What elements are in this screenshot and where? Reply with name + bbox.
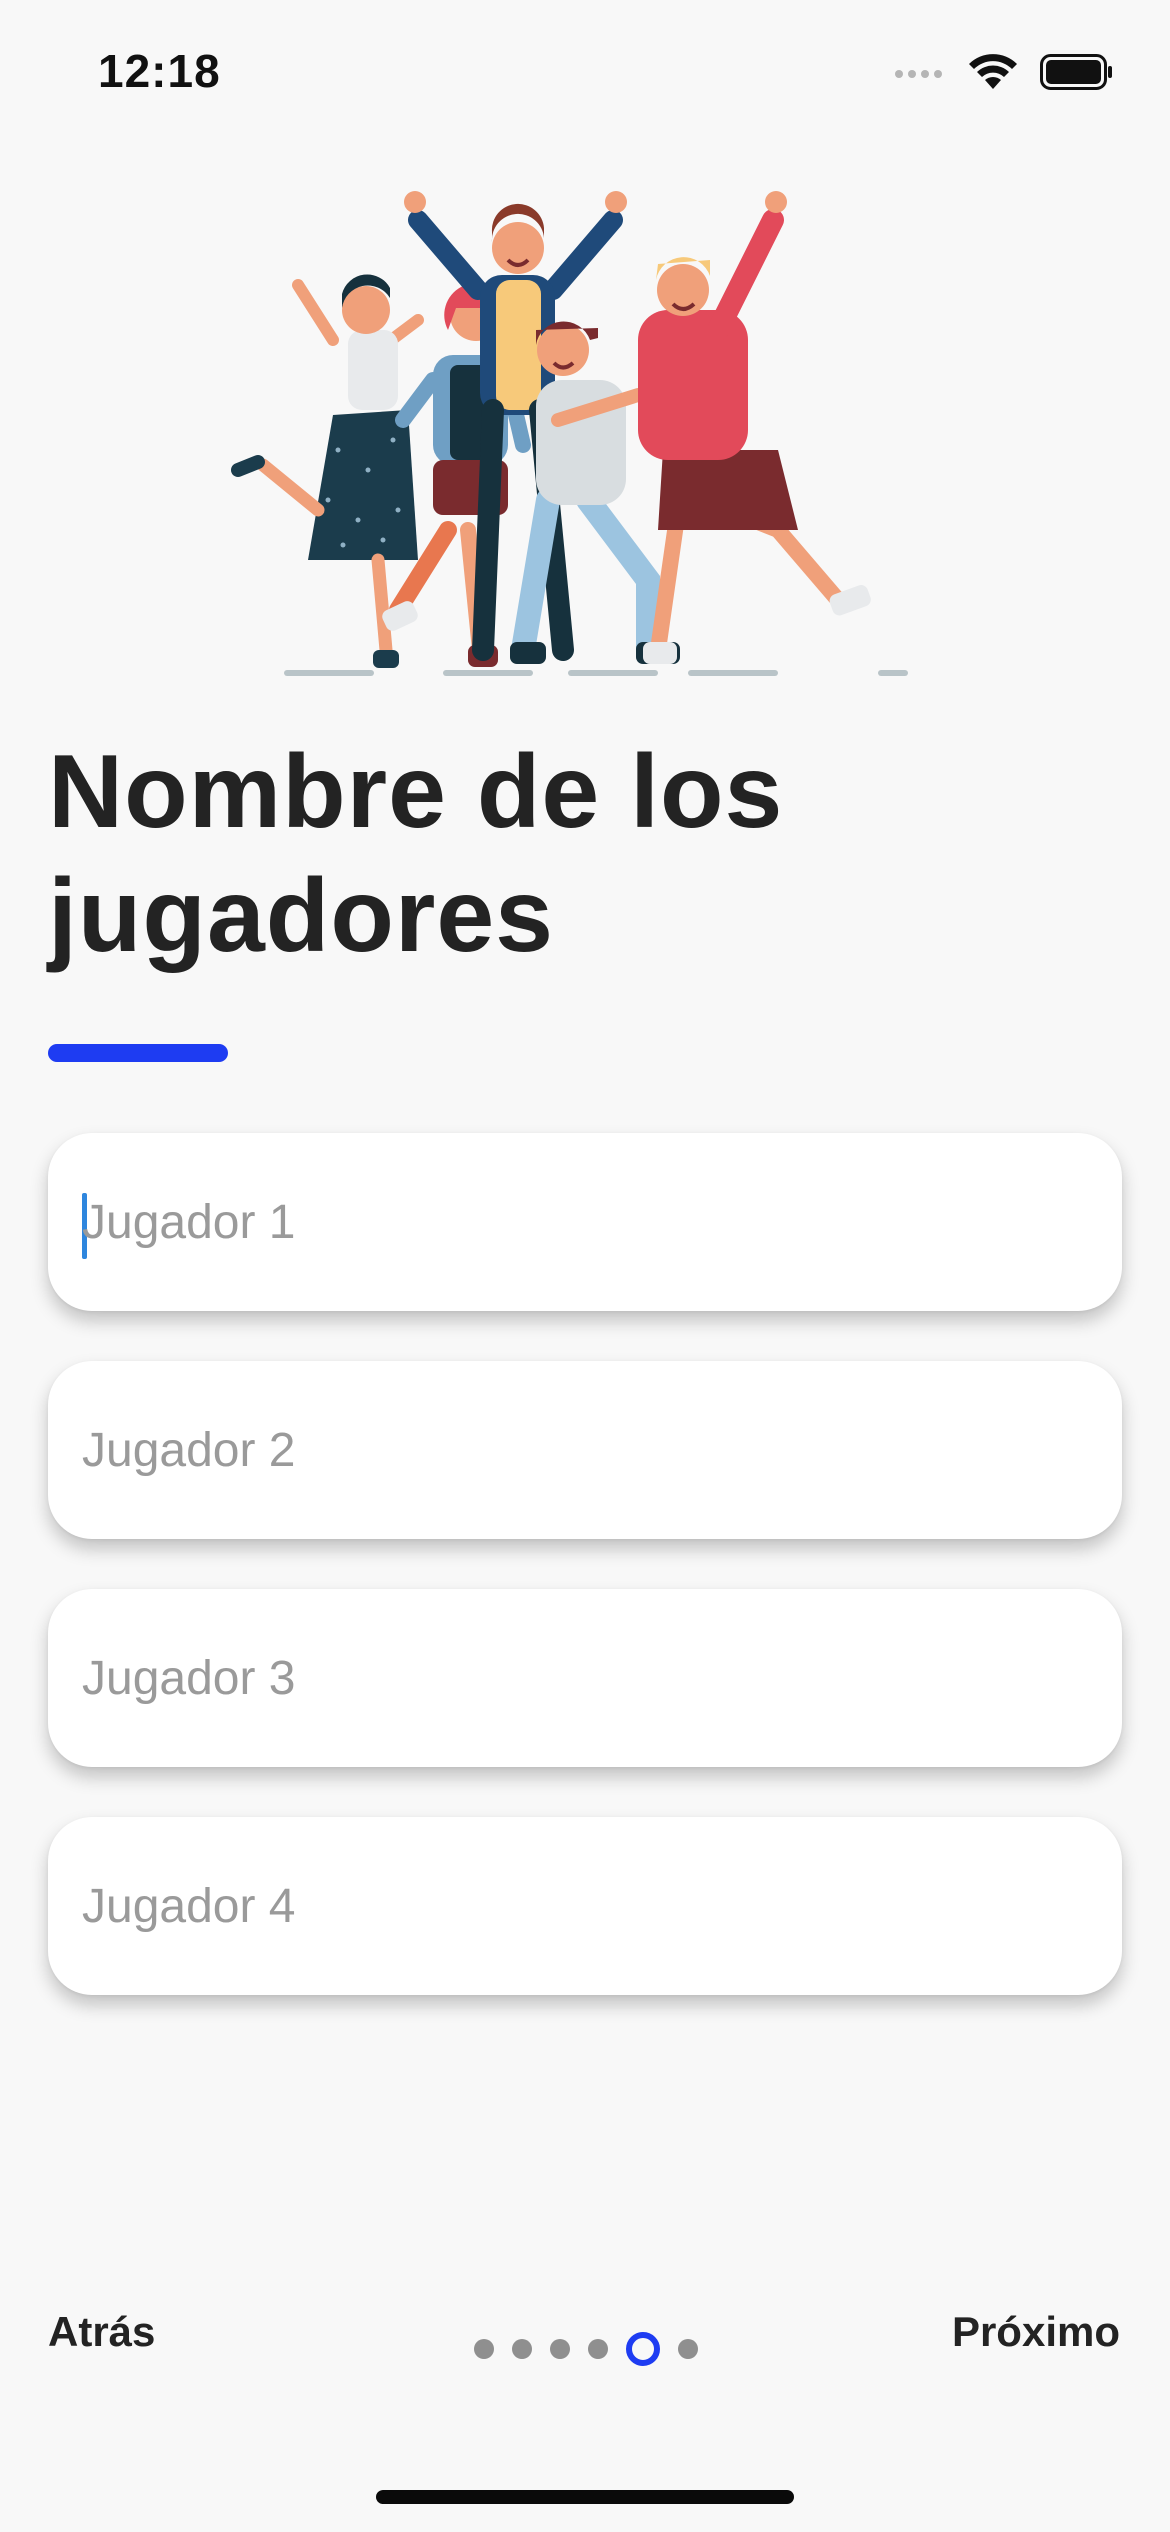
back-button[interactable]: Atrás	[48, 2308, 155, 2356]
player-3-field-card	[48, 1589, 1122, 1767]
status-icons	[894, 52, 1114, 96]
page-dot	[550, 2339, 570, 2359]
next-button[interactable]: Próximo	[952, 2308, 1120, 2356]
player-1-field-card	[48, 1133, 1122, 1311]
player-1-input[interactable]	[82, 1133, 1082, 1311]
player-4-field-card	[48, 1817, 1122, 1995]
title-underline	[48, 1044, 228, 1062]
status-time: 12:18	[98, 45, 221, 97]
player-3-input[interactable]	[82, 1589, 1082, 1767]
home-indicator[interactable]	[376, 2490, 794, 2504]
page-dot	[474, 2339, 494, 2359]
group-of-friends-illustration	[218, 180, 958, 680]
page-dot	[588, 2339, 608, 2359]
battery-icon	[1040, 53, 1114, 95]
signal-icon	[894, 65, 946, 84]
page-dot	[512, 2339, 532, 2359]
page-indicator	[474, 2332, 698, 2366]
page-title: Nombre de los jugadores	[48, 734, 784, 974]
player-4-input[interactable]	[82, 1817, 1082, 1995]
player-inputs	[48, 1133, 1122, 2045]
player-2-field-card	[48, 1361, 1122, 1539]
bottom-navigation: Atrás Próximo	[0, 2300, 1170, 2380]
page-dot-active	[626, 2332, 660, 2366]
wifi-icon	[968, 53, 1018, 96]
page-dot	[678, 2339, 698, 2359]
status-bar: 12:18	[0, 0, 1170, 150]
player-2-input[interactable]	[82, 1361, 1082, 1539]
